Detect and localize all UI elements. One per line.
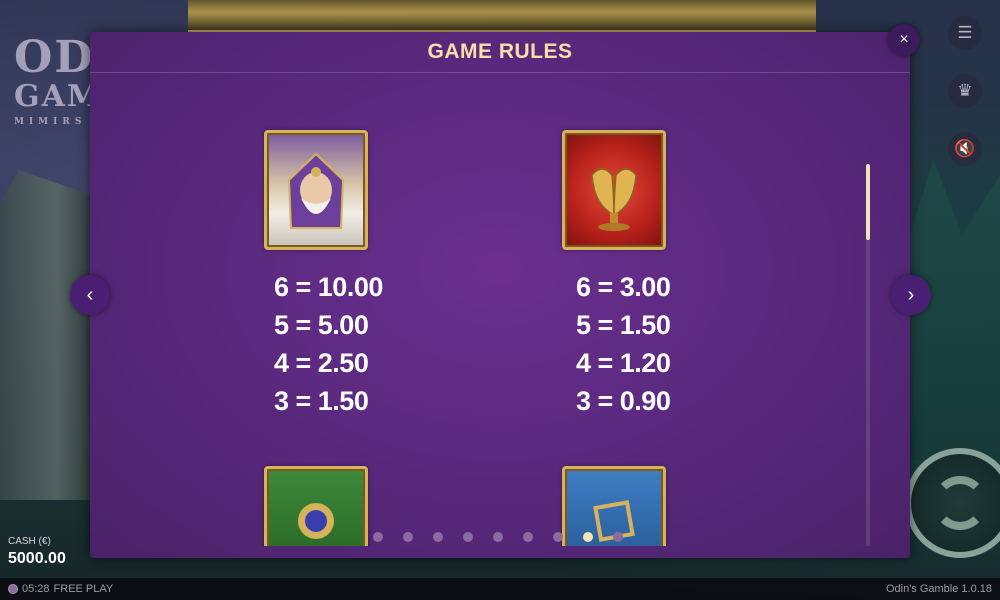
paytable-scroll-area[interactable]: 6 = 10.00 5 = 5.00 4 = 2.50 3 = 1.50 6 =… [90, 74, 880, 546]
payout-row: 6 = 3.00 [576, 272, 671, 302]
page-dot[interactable] [583, 532, 593, 542]
page-dot[interactable] [553, 532, 563, 542]
side-controls: ☰ ♛ 🔇 [948, 16, 984, 190]
page-dot[interactable] [463, 532, 473, 542]
ravens-symbol [562, 130, 666, 250]
logo-line-2: GAMBLE [14, 82, 175, 112]
cash-label: CASH (€) [8, 536, 51, 547]
chevron-right-icon: › [907, 283, 915, 306]
logo-line-1: ODIN'S [14, 36, 207, 80]
next-page-button[interactable]: › [891, 275, 931, 315]
page-dot[interactable] [523, 532, 533, 542]
close-button[interactable]: × [888, 24, 920, 56]
payout-row: 3 = 1.50 [274, 386, 369, 416]
odin-payouts: 6 = 10.00 5 = 5.00 4 = 2.50 3 = 1.50 [274, 268, 434, 420]
ravens-icon [591, 168, 637, 231]
payout-row: 3 = 0.90 [576, 386, 671, 416]
logo-line-3: MIMIRS [14, 117, 87, 127]
gem-symbol [264, 466, 368, 546]
trophy-icon[interactable]: ♛ [948, 74, 982, 108]
gem-icon [298, 503, 334, 540]
page-dot[interactable] [493, 532, 503, 542]
page-indicator [373, 532, 623, 542]
tower-illustration [0, 170, 95, 500]
cash-value: 5000.00 [8, 550, 66, 567]
session-info: 05:28 FREE PLAY [8, 583, 113, 595]
game-rules-modal: GAME RULES × 6 = 10.00 5 = 5.00 4 = 2.50… [90, 24, 920, 558]
payout-row: 4 = 2.50 [274, 348, 369, 378]
close-icon: × [899, 31, 909, 48]
menu-icon[interactable]: ☰ [948, 16, 982, 50]
clock-icon [8, 584, 18, 594]
page-dot[interactable] [373, 532, 383, 542]
modal-title: GAME RULES [427, 40, 573, 63]
chevron-left-icon: ‹ [86, 283, 94, 306]
ravens-payouts: 6 = 3.00 5 = 1.50 4 = 1.20 3 = 0.90 [576, 268, 736, 420]
reel-frame-top [188, 0, 816, 32]
wizard-icon [287, 152, 345, 229]
odin-symbol [264, 130, 368, 250]
game-logo: ODIN'S GAMBLE MIMIRS [14, 36, 207, 156]
payout-row: 5 = 5.00 [274, 310, 369, 340]
scrollbar-thumb[interactable] [866, 164, 870, 240]
page-dot[interactable] [403, 532, 413, 542]
payout-row: 6 = 10.00 [274, 272, 383, 302]
modal-header: GAME RULES [90, 32, 910, 73]
game-version: Odin's Gamble 1.0.18 [885, 583, 992, 595]
payout-row: 5 = 1.50 [576, 310, 671, 340]
previous-page-button[interactable]: ‹ [70, 275, 110, 315]
page-dot[interactable] [433, 532, 443, 542]
payout-row: 4 = 1.20 [576, 348, 671, 378]
bottom-bar: 05:28 FREE PLAY Odin's Gamble 1.0.18 [0, 578, 1000, 600]
session-mode: FREE PLAY [53, 583, 114, 595]
scrollbar[interactable] [866, 164, 870, 546]
spin-arrows-icon [933, 476, 987, 530]
session-time: 05:28 [22, 583, 50, 595]
page-dot[interactable] [613, 532, 623, 542]
sound-off-icon[interactable]: 🔇 [948, 132, 982, 166]
